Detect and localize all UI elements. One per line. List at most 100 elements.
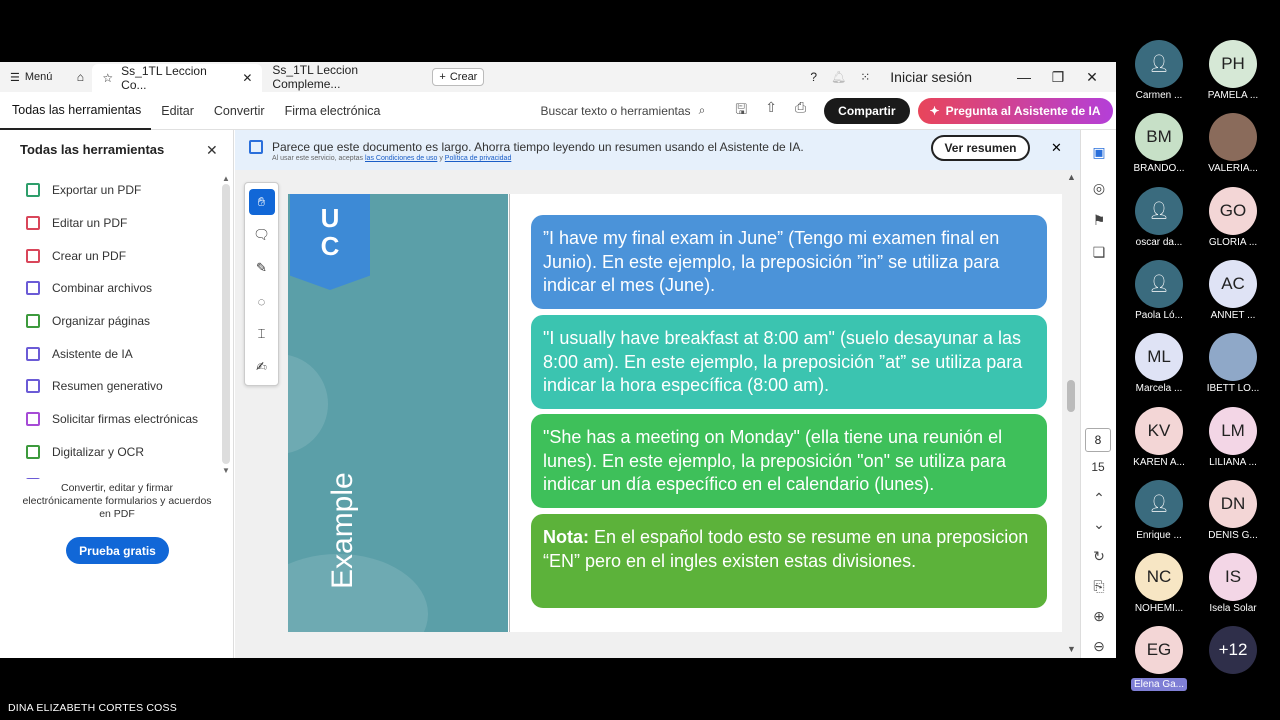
save-icon[interactable]: 🖫︎	[735, 99, 747, 123]
sidebar-tool-item[interactable]: Editar un PDF	[0, 207, 218, 240]
tab-document-2[interactable]: Ss_1TL Leccion Compleme...	[262, 63, 432, 91]
avatar: LM	[1209, 406, 1257, 455]
avatar: EG	[1135, 626, 1183, 675]
print-icon[interactable]: ⎙	[795, 99, 806, 123]
tool-icon	[26, 379, 40, 394]
document-scroll-thumb[interactable]	[1067, 380, 1075, 412]
pages-icon[interactable]: ❏	[1089, 242, 1109, 262]
share-button[interactable]: Compartir	[824, 97, 910, 124]
sidebar-tool-label: Resumen generativo	[52, 379, 163, 394]
participant-tile[interactable]: DN DENIS G...	[1198, 479, 1268, 541]
sidebar-tool-item[interactable]: Proteger un PDF	[0, 468, 218, 479]
tool-icon	[26, 281, 40, 296]
sidebar-tool-item[interactable]: Crear un PDF	[0, 239, 218, 272]
create-button[interactable]: + Crear	[432, 68, 485, 86]
participant-tile[interactable]: BM BRANDO...	[1124, 113, 1194, 174]
avatar-photo	[1209, 333, 1257, 382]
bookmark-icon[interactable]: ⚑	[1089, 210, 1109, 230]
sidebar-tool-item[interactable]: Asistente de IA	[0, 337, 218, 370]
page-number-input[interactable]: 8	[1085, 428, 1111, 452]
sidebar-scroll-thumb[interactable]	[222, 184, 230, 464]
participant-name: Marcela ...	[1135, 383, 1183, 395]
tab-edit[interactable]: Editar	[151, 92, 204, 130]
sidebar-tool-item[interactable]: Digitalizar y OCR	[0, 436, 218, 469]
pen-tool-icon[interactable]: ✎	[249, 255, 275, 281]
participant-name: BRANDO...	[1133, 163, 1185, 175]
sidebar-tool-item[interactable]: Combinar archivos	[0, 272, 218, 305]
participant-tile[interactable]: IBETT LO...	[1198, 333, 1268, 394]
close-banner-icon[interactable]: ✕	[1051, 140, 1062, 156]
participant-tile[interactable]: 👤︎ Enrique ...	[1124, 479, 1194, 541]
free-trial-button[interactable]: Prueba gratis	[66, 537, 169, 564]
close-window-icon[interactable]: ✕	[1082, 69, 1102, 86]
hand-tool-icon[interactable]: ✋︎	[248, 189, 275, 215]
bell-icon[interactable]: 🔔︎	[831, 70, 846, 84]
participant-name: Enrique ...	[1136, 529, 1182, 541]
tool-icon	[26, 477, 40, 479]
sidebar-tool-label: Combinar archivos	[52, 281, 153, 296]
participant-tile[interactable]: +12	[1198, 626, 1268, 675]
text-select-tool-icon[interactable]: ⌶	[249, 321, 275, 347]
presenter-name: DINA ELIZABETH CORTES COSS	[8, 702, 177, 714]
tab-esign[interactable]: Firma electrónica	[275, 92, 391, 130]
participant-tile[interactable]: AC ANNET ...	[1198, 259, 1268, 321]
tool-icon	[26, 248, 40, 263]
terms-link[interactable]: las Condiciones de uso	[365, 155, 437, 162]
sidebar-tool-item[interactable]: Organizar páginas	[0, 305, 218, 338]
signin-button[interactable]: Iniciar sesión	[890, 69, 972, 85]
sign-tool-icon[interactable]: ✍︎	[249, 354, 275, 380]
sidebar-scrollbar[interactable]: ▲ ▼	[221, 174, 231, 475]
page-down-icon[interactable]: ⌄	[1089, 514, 1109, 534]
upload-icon[interactable]: ⇧	[765, 99, 777, 123]
sidebar-tool-item[interactable]: Exportar un PDF	[0, 174, 218, 207]
tab-convert[interactable]: Convertir	[204, 92, 275, 130]
participant-tile[interactable]: EG Elena Ga...	[1124, 626, 1194, 694]
help-icon[interactable]: ?	[810, 70, 817, 84]
zoom-out-icon[interactable]: ⊖	[1089, 636, 1109, 656]
apps-grid-icon[interactable]: ⁙	[860, 70, 870, 84]
participant-tile[interactable]: PH PAMELA ...	[1198, 40, 1268, 101]
sidebar-tool-label: Digitalizar y OCR	[52, 444, 145, 459]
participant-tile[interactable]: 👤︎ Paola Ló...	[1124, 259, 1194, 321]
example-card-on: "She has a meeting on Monday" (ella tien…	[531, 414, 1047, 508]
lasso-tool-icon[interactable]: ◌	[249, 288, 275, 314]
document-scrollbar[interactable]: ▲ ▼	[1063, 170, 1080, 658]
participant-tile[interactable]: IS Isela Solar	[1198, 553, 1268, 614]
privacy-link[interactable]: Política de privacidad	[445, 155, 512, 162]
refresh-icon[interactable]: ↻	[1089, 546, 1109, 566]
export-page-icon[interactable]: ⎘	[1089, 576, 1109, 596]
participant-tile[interactable]: GO GLORIA ...	[1198, 186, 1268, 248]
menu-button[interactable]: ☰ Menú	[0, 71, 62, 84]
participant-tile[interactable]: 👤︎ oscar da...	[1124, 186, 1194, 248]
participant-tile[interactable]: VALERIA...	[1198, 113, 1268, 174]
comments-icon[interactable]: ◎	[1089, 178, 1109, 198]
view-summary-button[interactable]: Ver resumen	[931, 135, 1030, 161]
close-icon[interactable]: ✕	[206, 142, 218, 159]
participant-name: ANNET ...	[1210, 309, 1256, 321]
ai-assistant-button[interactable]: ✦ Pregunta al Asistente de IA	[917, 97, 1113, 124]
participant-tile[interactable]: NC NOHEMI...	[1124, 553, 1194, 614]
page-up-icon[interactable]: ⌃	[1089, 488, 1109, 508]
participant-name: Isela Solar	[1209, 603, 1257, 615]
home-icon[interactable]: ⌂	[68, 65, 92, 89]
zoom-in-icon[interactable]: ⊕	[1089, 606, 1109, 626]
participant-tile[interactable]: 👤︎ Carmen ...	[1124, 40, 1194, 101]
sidebar-tool-item[interactable]: Resumen generativo	[0, 370, 218, 403]
participant-tile[interactable]: KV KAREN A...	[1124, 406, 1194, 468]
comment-tool-icon[interactable]: 🗨︎	[249, 222, 275, 248]
logo-letter: U	[320, 203, 340, 233]
sidebar-tool-list: Exportar un PDF Editar un PDF Crear un PDF…	[0, 174, 218, 479]
participant-tile[interactable]: ML Marcela ...	[1124, 333, 1194, 394]
minimize-icon[interactable]: —	[1014, 69, 1034, 85]
close-tab-icon[interactable]: ✕	[242, 71, 252, 85]
sidebar-tool-label: Crear un PDF	[52, 248, 127, 263]
maximize-icon[interactable]: ❐	[1048, 69, 1068, 86]
tab-document-1[interactable]: ☆ Ss_1TL Leccion Co... ✕	[92, 64, 263, 92]
ai-summary-icon[interactable]: ▣	[1089, 142, 1109, 162]
search-tools[interactable]: Buscar texto o herramientas ⌕	[540, 103, 705, 118]
star-icon[interactable]: ☆	[102, 71, 113, 85]
tab-all-tools[interactable]: Todas las herramientas	[0, 92, 152, 130]
sidebar-tool-item[interactable]: Solicitar firmas electrónicas	[0, 403, 218, 436]
user-avatar-icon: 👤︎	[1135, 259, 1183, 308]
participant-tile[interactable]: LM LILIANA ...	[1198, 406, 1268, 468]
